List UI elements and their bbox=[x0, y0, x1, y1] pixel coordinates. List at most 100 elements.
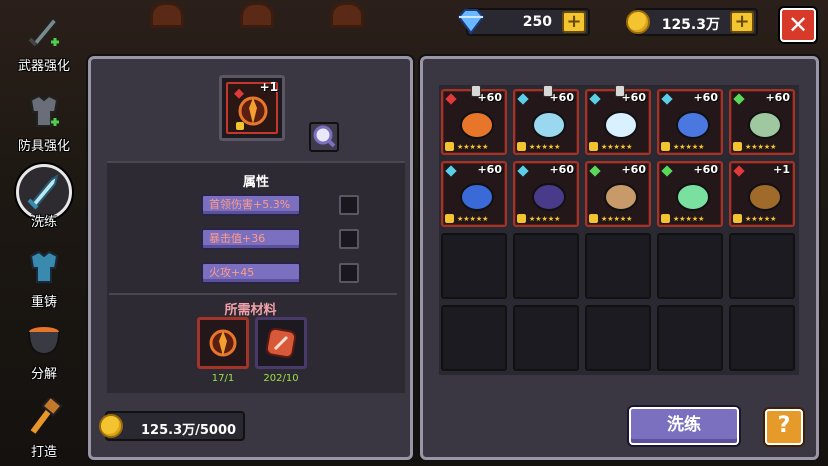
star-rating: ★★★★★ bbox=[745, 143, 777, 151]
lock-icon bbox=[661, 142, 670, 151]
add-gold-button[interactable]: + bbox=[730, 11, 754, 33]
attributes-title: 属性 bbox=[242, 175, 269, 190]
gem-counter: 250 + bbox=[457, 8, 590, 36]
close-button[interactable]: ✕ bbox=[780, 8, 816, 42]
divider bbox=[109, 293, 397, 295]
syringe-icon bbox=[743, 105, 787, 143]
rarity-gem-icon bbox=[733, 165, 745, 177]
sidebar-item-label: 打造 bbox=[30, 445, 57, 460]
lock-icon bbox=[445, 214, 454, 223]
lock-checkbox-boss-damage[interactable] bbox=[339, 195, 359, 215]
lock-icon bbox=[733, 142, 742, 151]
pumpkin-icon bbox=[455, 105, 499, 143]
item-level: +1 bbox=[773, 163, 790, 176]
sidebar-item-armor-upgrade[interactable]: 防具强化 bbox=[6, 86, 82, 156]
sidebar: 武器强化 防具强化 洗练 重铸 分解 打造 bbox=[0, 0, 88, 466]
sidebar-item-weapon-upgrade[interactable]: 武器强化 bbox=[6, 6, 82, 76]
lock-checkbox-crit[interactable] bbox=[339, 229, 359, 249]
stat-fire-attack: 火攻+45 bbox=[201, 262, 301, 284]
inventory-slot-empty[interactable] bbox=[657, 233, 723, 299]
sidebar-item-label: 分解 bbox=[30, 367, 57, 382]
inventory-slot-empty[interactable] bbox=[729, 233, 795, 299]
ice-spear-icon bbox=[671, 105, 715, 143]
refine-panel: +1 属性 首领伤害+5.3% 暴击值+36 火攻+45 所需材料 17/1 2… bbox=[88, 56, 413, 460]
background-window bbox=[240, 2, 274, 28]
sidebar-item-refine[interactable]: 洗练 bbox=[6, 162, 82, 232]
sidebar-item-recast[interactable]: 重铸 bbox=[6, 242, 82, 312]
item-level: +60 bbox=[693, 163, 718, 176]
materials-title: 所需材料 bbox=[224, 303, 277, 318]
star-rating: ★★★★★ bbox=[745, 215, 777, 223]
star-rating: ★★★★★ bbox=[673, 143, 705, 151]
material-count: 17/1 bbox=[211, 373, 235, 384]
gem-amount: 250 bbox=[522, 14, 552, 30]
background-window bbox=[150, 2, 184, 28]
magnifier-icon bbox=[313, 125, 336, 148]
item-level: +60 bbox=[549, 91, 574, 104]
inventory-grid: +60 ★★★★★ +60 ★★★★★ +60 ★★★★★ +60 ★★★★★ +60 ★★★★★… bbox=[439, 85, 799, 375]
sidebar-item-disassemble[interactable]: 分解 bbox=[6, 314, 82, 384]
inventory-slot-empty[interactable] bbox=[729, 305, 795, 371]
inventory-item[interactable]: +60 ★★★★★ bbox=[441, 85, 507, 155]
material-slot[interactable] bbox=[255, 317, 307, 369]
gold-coin-icon bbox=[99, 414, 123, 438]
rarity-gem-icon bbox=[517, 165, 529, 177]
inventory-item[interactable]: +60 ★★★★★ bbox=[585, 85, 651, 155]
selected-weapon-slot[interactable]: +1 bbox=[219, 75, 285, 141]
inventory-item[interactable]: +60 ★★★★★ bbox=[513, 85, 579, 155]
material-slot[interactable] bbox=[197, 317, 249, 369]
green-blade-icon bbox=[671, 177, 715, 215]
help-button[interactable]: ? bbox=[765, 409, 803, 445]
add-gems-button[interactable]: + bbox=[562, 11, 586, 33]
sword-upgrade-icon bbox=[28, 16, 59, 48]
inventory-item[interactable]: +60 ★★★★★ bbox=[657, 161, 723, 227]
inventory-slot-empty[interactable] bbox=[441, 305, 507, 371]
inventory-item[interactable]: +60 ★★★★★ bbox=[729, 89, 795, 155]
inventory-item[interactable]: +60 ★★★★★ bbox=[441, 161, 507, 227]
cost-value: 125.3万/5000 bbox=[141, 423, 237, 438]
star-rating: ★★★★★ bbox=[673, 215, 705, 223]
sword-refine-icon bbox=[27, 173, 59, 210]
inventory-slot-empty[interactable] bbox=[513, 233, 579, 299]
lock-icon bbox=[661, 214, 670, 223]
item-level: +60 bbox=[477, 163, 502, 176]
inventory-slot-empty[interactable] bbox=[585, 233, 651, 299]
star-rating: ★★★★★ bbox=[601, 143, 633, 151]
inventory-item[interactable]: +60 ★★★★★ bbox=[513, 161, 579, 227]
rarity-gem-icon bbox=[589, 165, 601, 177]
totem-icon bbox=[599, 177, 643, 215]
item-level: +60 bbox=[693, 91, 718, 104]
stat-crit: 暴击值+36 bbox=[201, 228, 301, 250]
item-level: +60 bbox=[621, 163, 646, 176]
diamond-icon bbox=[457, 9, 485, 35]
inventory-item[interactable]: +60 ★★★★★ bbox=[585, 161, 651, 227]
gold-coin-icon bbox=[626, 10, 650, 34]
lock-icon bbox=[589, 214, 598, 223]
rarity-gem-icon bbox=[445, 93, 457, 105]
flame-blade-icon bbox=[743, 177, 787, 215]
inventory-slot-empty[interactable] bbox=[513, 305, 579, 371]
inventory-item[interactable]: +1 ★★★★★ bbox=[729, 161, 795, 227]
refine-button[interactable]: 洗练 bbox=[629, 407, 739, 445]
lock-checkbox-fire-attack[interactable] bbox=[339, 263, 359, 283]
inventory-slot-empty[interactable] bbox=[657, 305, 723, 371]
hammer-icon bbox=[30, 398, 63, 434]
cost-display: 125.3万/5000 bbox=[99, 411, 245, 441]
lock-icon bbox=[517, 142, 526, 151]
inventory-slot-empty[interactable] bbox=[585, 305, 651, 371]
star-rating: ★★★★★ bbox=[529, 143, 561, 151]
lock-icon bbox=[445, 142, 454, 151]
sidebar-item-forge[interactable]: 打造 bbox=[6, 392, 82, 462]
inspect-button[interactable] bbox=[309, 122, 339, 152]
weapon-level: +1 bbox=[259, 80, 278, 94]
inventory-item[interactable]: +60 ★★★★★ bbox=[657, 89, 723, 155]
lock-icon bbox=[589, 142, 598, 151]
material-count: 202/10 bbox=[263, 373, 299, 384]
lock-icon bbox=[733, 214, 742, 223]
sidebar-item-label: 防具强化 bbox=[17, 139, 70, 154]
item-level: +60 bbox=[621, 91, 646, 104]
star-rating: ★★★★★ bbox=[457, 215, 489, 223]
inventory-slot-empty[interactable] bbox=[441, 233, 507, 299]
star-rating: ★★★★★ bbox=[457, 143, 489, 151]
star-rating: ★★★★★ bbox=[601, 215, 633, 223]
